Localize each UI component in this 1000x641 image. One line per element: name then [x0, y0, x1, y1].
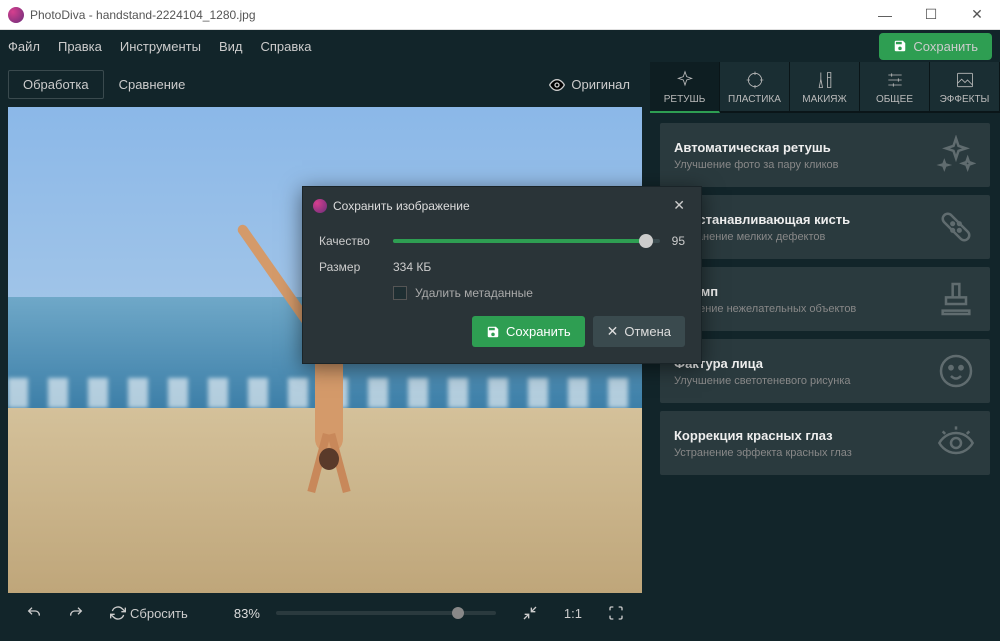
tab-effects[interactable]: ЭФФЕКТЫ [930, 62, 1000, 111]
delete-metadata-label: Удалить метаданные [415, 286, 533, 300]
size-label: Размер [319, 260, 393, 274]
checkbox-icon [393, 286, 407, 300]
tab-processing[interactable]: Обработка [8, 70, 104, 99]
dialog-title: Сохранить изображение [333, 199, 661, 213]
close-button[interactable]: ✕ [954, 0, 1000, 30]
card-stamp[interactable]: ШтампУдаление нежелательных объектов [660, 267, 990, 331]
save-icon [893, 39, 907, 53]
window-titlebar: PhotoDiva - handstand-2224104_1280.jpg —… [0, 0, 1000, 30]
dialog-close-button[interactable]: ✕ [667, 195, 691, 216]
fit-button[interactable] [512, 599, 548, 627]
window-title: PhotoDiva - handstand-2224104_1280.jpg [30, 8, 862, 22]
stamp-icon [936, 279, 976, 319]
quality-value: 95 [672, 234, 685, 248]
sliders-icon [885, 70, 905, 90]
dialog-save-button[interactable]: Сохранить [472, 316, 585, 347]
eye-icon [549, 77, 565, 93]
delete-metadata-checkbox[interactable]: Удалить метаданные [393, 286, 685, 300]
menu-view[interactable]: Вид [219, 39, 243, 54]
tab-makeup[interactable]: МАКИЯЖ [790, 62, 860, 111]
minimize-button[interactable]: — [862, 0, 908, 30]
expand-icon [608, 605, 624, 621]
reset-label: Сбросить [130, 606, 188, 621]
original-label: Оригинал [571, 77, 630, 92]
dialog-cancel-button[interactable]: ✕ Отмена [593, 316, 685, 347]
menu-bar: Файл Правка Инструменты Вид Справка Сохр… [0, 30, 1000, 62]
card-healing-brush[interactable]: Восстанавливающая кистьУстранение мелких… [660, 195, 990, 259]
maximize-button[interactable]: ☐ [908, 0, 954, 30]
menu-tools[interactable]: Инструменты [120, 39, 201, 54]
bandage-icon [936, 207, 976, 247]
sparkle-icon [675, 70, 695, 90]
original-toggle[interactable]: Оригинал [537, 70, 642, 99]
magic-icon [936, 135, 976, 175]
save-dialog: Сохранить изображение ✕ Качество 95 Разм… [302, 186, 702, 364]
eye-rays-icon [936, 423, 976, 463]
save-button-label: Сохранить [913, 39, 978, 54]
tab-compare[interactable]: Сравнение [104, 70, 201, 99]
card-face-texture[interactable]: Фактура лицаУлучшение светотеневого рису… [660, 339, 990, 403]
dialog-logo-icon [313, 199, 327, 213]
save-button[interactable]: Сохранить [879, 33, 992, 60]
tab-plastic[interactable]: ПЛАСТИКА [720, 62, 790, 111]
bottom-toolbar: Сбросить 83% 1:1 [8, 593, 642, 633]
quality-label: Качество [319, 234, 393, 248]
right-tab-bar: РЕТУШЬ ПЛАСТИКА МАКИЯЖ ОБЩЕЕ ЭФФЕКТЫ [650, 62, 1000, 113]
image-icon [955, 70, 975, 90]
shrink-icon [522, 605, 538, 621]
tab-retouch[interactable]: РЕТУШЬ [650, 62, 720, 113]
ratio-label[interactable]: 1:1 [554, 600, 592, 627]
face-icon [936, 351, 976, 391]
target-icon [745, 70, 765, 90]
fullscreen-button[interactable] [598, 599, 634, 627]
quality-slider[interactable] [393, 239, 660, 243]
menu-help[interactable]: Справка [260, 39, 311, 54]
menu-edit[interactable]: Правка [58, 39, 102, 54]
card-auto-retouch[interactable]: Автоматическая ретушьУлучшение фото за п… [660, 123, 990, 187]
reset-button[interactable]: Сбросить [100, 599, 198, 627]
close-icon: ✕ [607, 323, 619, 340]
redo-button[interactable] [58, 599, 94, 627]
undo-button[interactable] [16, 599, 52, 627]
refresh-icon [110, 605, 126, 621]
app-logo-icon [8, 7, 24, 23]
zoom-slider[interactable] [276, 611, 496, 615]
zoom-percent: 83% [234, 606, 260, 621]
makeup-icon [815, 70, 835, 90]
tab-general[interactable]: ОБЩЕЕ [860, 62, 930, 111]
size-value: 334 КБ [393, 260, 431, 274]
card-red-eye[interactable]: Коррекция красных глазУстранение эффекта… [660, 411, 990, 475]
menu-file[interactable]: Файл [8, 39, 40, 54]
save-icon [486, 325, 500, 339]
